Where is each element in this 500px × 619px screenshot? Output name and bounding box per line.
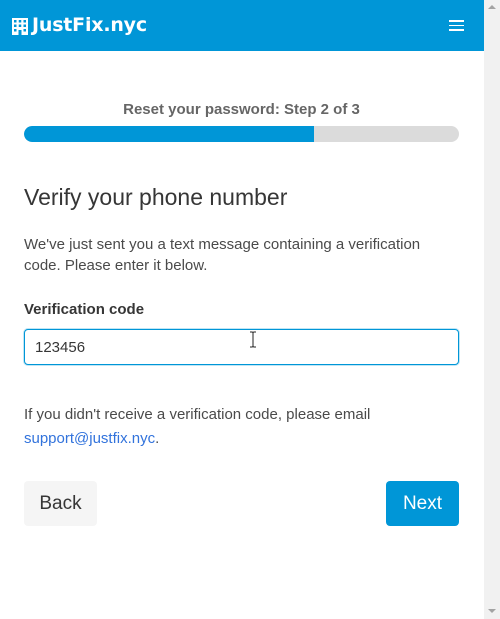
progress-bar	[24, 126, 459, 142]
scroll-up-arrow-icon[interactable]	[488, 5, 496, 9]
brand-logo-link[interactable]: JustFix.nyc	[11, 16, 147, 36]
progress-bar-fill	[24, 126, 315, 142]
verification-code-label: Verification code	[24, 301, 145, 318]
vertical-scrollbar[interactable]	[484, 0, 500, 619]
brand-name: JustFix.nyc	[32, 14, 147, 36]
text-cursor-icon	[250, 331, 256, 348]
building-icon	[12, 17, 28, 35]
hamburger-menu-icon[interactable]	[446, 17, 468, 33]
help-text-body: If you didn't receive a verification cod…	[24, 406, 371, 423]
back-button[interactable]: Back	[24, 481, 97, 526]
page-title: Verify your phone number	[24, 184, 288, 210]
support-email-link[interactable]: support@justfix.nyc	[24, 430, 155, 447]
progress-step-label: Reset your password: Step 2 of 3	[123, 101, 360, 118]
help-text-suffix: .	[155, 430, 160, 447]
top-navbar: JustFix.nyc	[0, 0, 484, 51]
scrollbar-track[interactable]	[484, 14, 500, 604]
next-button[interactable]: Next	[386, 481, 459, 526]
scroll-down-arrow-icon[interactable]	[488, 609, 496, 613]
page-description: We've just sent you a text message conta…	[24, 236, 421, 274]
help-text: If you didn't receive a verification cod…	[24, 403, 454, 451]
verification-code-input[interactable]	[24, 329, 459, 365]
